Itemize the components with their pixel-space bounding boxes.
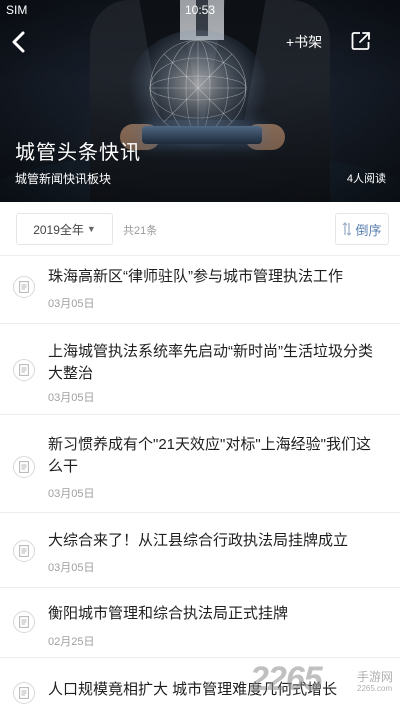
watermark-number: 2265: [250, 660, 323, 698]
watermark-text: 手游网: [357, 670, 394, 684]
document-icon: [13, 682, 35, 704]
back-button[interactable]: [6, 28, 34, 56]
news-item[interactable]: 上海城管执法系统率先启动“新时尚”生活垃圾分类大整治 03月05日: [0, 325, 400, 415]
news-title: 大综合来了！从江县综合行政执法局挂牌成立: [48, 532, 349, 549]
year-filter-dropdown[interactable]: 2019全年 ▼: [16, 213, 113, 245]
document-icon: [13, 276, 35, 298]
document-icon: [13, 456, 35, 478]
news-date: 03月05日: [48, 562, 95, 574]
news-title: 上海城管执法系统率先启动“新时尚”生活垃圾分类大整治: [48, 343, 373, 382]
reader-count: 4人阅读: [346, 173, 386, 185]
news-item[interactable]: 衡阳城市管理和综合执法局正式挂牌 02月25日: [0, 589, 400, 658]
news-date: 02月25日: [48, 636, 95, 648]
news-item[interactable]: 新习惯养成有个"21天效应"对标"上海经验"我们这么干 03月05日: [0, 416, 400, 513]
status-bar: SIM 10:53: [0, 0, 400, 20]
news-title: 珠海高新区“律师驻队”参与城市管理执法工作: [48, 268, 343, 285]
sort-icon: [343, 222, 352, 236]
watermark-url: 2265.com: [357, 684, 393, 693]
document-icon: [13, 359, 35, 381]
sort-label: 倒序: [355, 222, 382, 238]
site-watermark: 2265 手游网 2265.com: [250, 660, 400, 711]
status-time: 10:53: [184, 3, 216, 17]
add-bookshelf-button[interactable]: +书架: [286, 32, 322, 52]
news-item[interactable]: 珠海高新区“律师驻队”参与城市管理执法工作 03月05日: [0, 257, 400, 324]
share-icon: [351, 32, 370, 50]
page-title: 城管头条快讯: [15, 142, 141, 164]
chevron-left-icon: [12, 31, 25, 53]
share-button[interactable]: [350, 30, 372, 52]
news-date: 03月05日: [48, 488, 95, 500]
news-item[interactable]: 大综合来了！从江县综合行政执法局挂牌成立 03月05日: [0, 514, 400, 588]
news-date: 03月05日: [48, 392, 95, 404]
document-icon: [13, 540, 35, 562]
news-date: 03月05日: [48, 298, 95, 310]
page-subtitle: 城管新闻快讯板块: [15, 172, 112, 186]
document-icon: [13, 611, 35, 633]
item-count: 共21条: [123, 225, 158, 237]
filter-bar: 2019全年 ▼ 共21条 倒序: [0, 202, 400, 256]
caret-down-icon: ▼: [86, 224, 96, 234]
sort-order-button[interactable]: 倒序: [335, 213, 389, 245]
news-title: 衡阳城市管理和综合执法局正式挂牌: [48, 605, 289, 622]
news-title: 新习惯养成有个"21天效应"对标"上海经验"我们这么干: [48, 436, 371, 475]
year-filter-label: 2019全年: [33, 222, 84, 237]
